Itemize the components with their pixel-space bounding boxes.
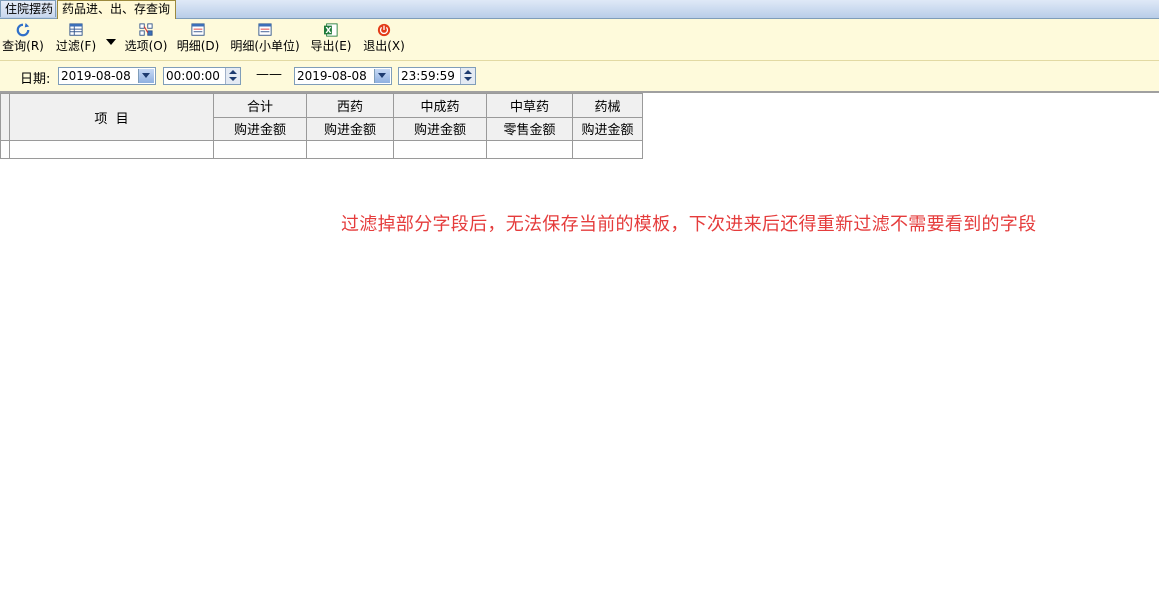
detail-small-unit-label: 明细(小单位) bbox=[230, 39, 300, 53]
refresh-icon bbox=[16, 23, 30, 37]
start-time-value: 00:00:00 bbox=[166, 69, 220, 83]
column-header-western[interactable]: 西药 bbox=[306, 93, 394, 118]
export-label: 导出(E) bbox=[310, 39, 352, 53]
subheader-total[interactable]: 购进金额 bbox=[213, 116, 307, 141]
filter-dropdown-arrow-icon[interactable] bbox=[106, 39, 116, 45]
detail-list-icon bbox=[191, 23, 205, 36]
row-indicator[interactable] bbox=[0, 140, 10, 159]
table-row[interactable] bbox=[0, 140, 643, 159]
subheader-western[interactable]: 购进金额 bbox=[306, 116, 394, 141]
end-time-value: 23:59:59 bbox=[401, 69, 455, 83]
tab-inpatient-dispensing[interactable]: 住院摆药 bbox=[0, 0, 56, 17]
excel-export-icon: X bbox=[324, 23, 338, 37]
end-time-field[interactable]: 23:59:59 bbox=[398, 67, 476, 85]
column-header-devices[interactable]: 药械 bbox=[572, 93, 643, 118]
start-time-field[interactable]: 00:00:00 bbox=[163, 67, 241, 85]
detail-button[interactable]: 明细(D) bbox=[176, 23, 220, 57]
toolbar: 查询(R) 过滤(F) 选项(O) 明细(D) 明细(小单位) X 导出(E) … bbox=[0, 19, 1159, 61]
annotation-note: 过滤掉部分字段后，无法保存当前的模板，下次进来后还得重新过滤不需要看到的字段 bbox=[341, 214, 1037, 235]
filter-grid-icon bbox=[69, 23, 83, 36]
subheader-patent[interactable]: 购进金额 bbox=[393, 116, 487, 141]
options-button[interactable]: 选项(O) bbox=[124, 23, 168, 57]
table-cell[interactable] bbox=[213, 140, 307, 159]
date-filter-row: 日期: 2019-08-08 00:00:00 —— 2019-08-08 23… bbox=[0, 61, 1159, 93]
date-label: 日期: bbox=[20, 72, 51, 87]
column-header-total[interactable]: 合计 bbox=[213, 93, 307, 118]
svg-text:X: X bbox=[325, 26, 331, 35]
exit-label: 退出(X) bbox=[363, 39, 405, 53]
export-button[interactable]: X 导出(E) bbox=[309, 23, 353, 57]
row-indicator-header bbox=[0, 93, 10, 141]
subheader-devices[interactable]: 购进金额 bbox=[572, 116, 643, 141]
filter-label: 过滤(F) bbox=[55, 39, 97, 53]
end-time-spinner-icon[interactable] bbox=[460, 68, 475, 84]
detail-small-list-icon bbox=[258, 23, 272, 36]
report-grid: 项 目 合计 西药 中成药 中草药 药械 购进金额 购进金额 购进金额 零售金额… bbox=[0, 93, 643, 159]
table-cell[interactable] bbox=[486, 140, 573, 159]
date-range-separator: —— bbox=[256, 67, 282, 82]
end-date-dropdown-icon[interactable] bbox=[374, 69, 390, 83]
options-label: 选项(O) bbox=[124, 39, 168, 53]
start-date-value: 2019-08-08 bbox=[61, 69, 131, 83]
end-date-picker[interactable]: 2019-08-08 bbox=[294, 67, 392, 85]
table-cell[interactable] bbox=[572, 140, 643, 159]
subheader-herbal[interactable]: 零售金额 bbox=[486, 116, 573, 141]
power-icon bbox=[377, 23, 391, 37]
tab-drug-inventory-query[interactable]: 药品进、出、存查询 bbox=[57, 0, 176, 19]
column-header-patent[interactable]: 中成药 bbox=[393, 93, 487, 118]
query-button[interactable]: 查询(R) bbox=[2, 23, 44, 57]
column-header-herbal[interactable]: 中草药 bbox=[486, 93, 573, 118]
table-cell[interactable] bbox=[9, 140, 214, 159]
tab-bar: 住院摆药 药品进、出、存查询 bbox=[0, 0, 1159, 19]
options-columns-icon bbox=[139, 23, 153, 36]
table-cell[interactable] bbox=[306, 140, 394, 159]
detail-label: 明细(D) bbox=[176, 39, 220, 53]
exit-button[interactable]: 退出(X) bbox=[362, 23, 406, 57]
start-date-picker[interactable]: 2019-08-08 bbox=[58, 67, 156, 85]
query-label: 查询(R) bbox=[2, 39, 44, 53]
table-cell[interactable] bbox=[393, 140, 487, 159]
item-column-header[interactable]: 项 目 bbox=[9, 93, 214, 141]
end-date-value: 2019-08-08 bbox=[297, 69, 367, 83]
start-date-dropdown-icon[interactable] bbox=[138, 69, 154, 83]
detail-small-unit-button[interactable]: 明细(小单位) bbox=[227, 23, 303, 57]
start-time-spinner-icon[interactable] bbox=[225, 68, 240, 84]
filter-button[interactable]: 过滤(F) bbox=[54, 23, 98, 57]
